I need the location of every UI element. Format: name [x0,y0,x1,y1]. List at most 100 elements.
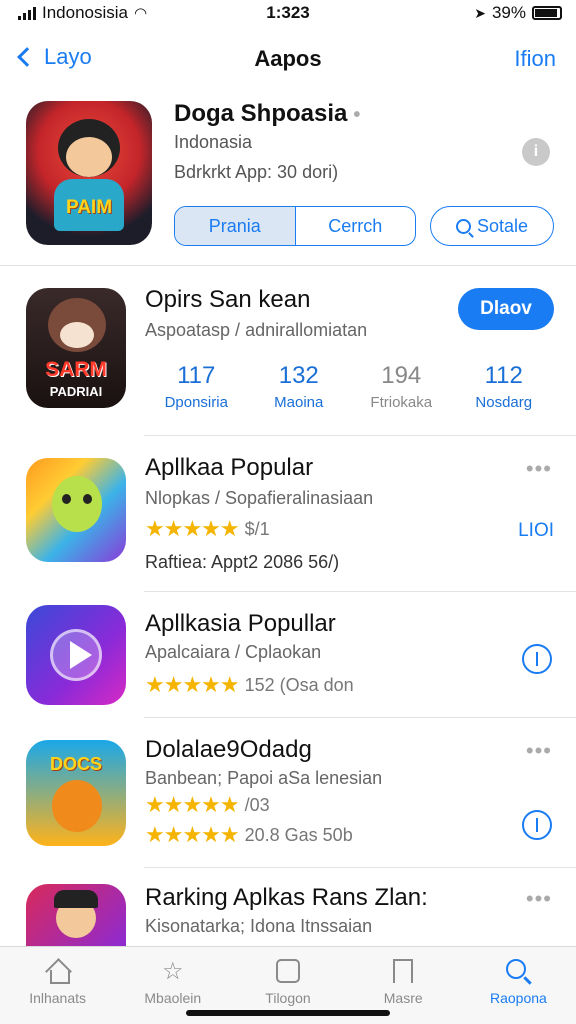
icon-logo-text: PAIM [65,197,113,218]
stats-row: 117 Dponsiria 132 Maoina 194 Ftriokaka 1… [145,362,555,411]
search-icon [506,959,527,979]
list-item[interactable]: SARM PADRIAI Opirs San kean Aspoatasp / … [0,266,576,436]
info-icon[interactable]: i [522,138,550,166]
list-item[interactable]: DOCS Dolalae9Odadɡ Banbean; Papoi aSa le… [0,718,576,868]
tab-label: Raopona [490,990,547,1006]
rating-note: /03 [244,794,270,815]
apps-icon [276,959,300,983]
segmented-control: Prania Cerrch [174,206,416,246]
location-icon: ➤ [474,4,486,21]
battery-percent: 39% [491,3,526,22]
bookmark-icon [393,959,414,983]
row-action-link[interactable]: LIOI [518,520,554,542]
rating: ★★★★★ $/1 [145,516,270,542]
segment-prania[interactable]: Prania [175,207,296,245]
app-rating-text: Bdrkrkt App: 30 dori) [174,162,339,182]
status-bar: Indonosisia ◠ 1:323 ➤ 39% [0,0,576,26]
star-rating-icon: ★★★★★ [145,516,240,541]
navigation-bar: Layo Aapos Ifion [0,30,576,90]
app-subtitle: Nlopkas / Sopafieralinasiaan [145,488,374,508]
rating-note: 152 (Osa don [244,674,354,695]
home-indicator [186,1010,390,1016]
star-rating-icon: ★★★★★ [145,672,240,697]
stat-label: Nosdarg [475,394,533,411]
rating: ★★★★★ /03 [145,792,270,818]
star-rating-icon: ★★★★★ [145,792,240,817]
app-name: Doga Shpoasia • [174,100,360,128]
more-icon[interactable]: ••• [526,738,552,764]
stat-value: 194 [381,362,422,389]
app-icon[interactable]: PAIM [26,101,152,245]
app-icon[interactable] [26,884,126,954]
get-button[interactable]: Dlaov [458,288,554,330]
mascot-face [60,322,94,348]
tab-label: Inlhanats [29,990,87,1006]
mascot-face [66,137,112,177]
stat-label: Dponsiria [164,394,228,411]
stat-label: Ftriokaka [370,394,433,411]
search-button-label: Sotale [476,215,529,236]
mascot-head [52,780,102,832]
rating-note: $/1 [244,518,270,539]
stat: 117 Dponsiria [145,362,248,411]
tab-home[interactable]: Inlhanats [0,947,115,1024]
search-icon [455,218,471,234]
tab-label: Masre [383,990,423,1006]
download-button[interactable] [522,810,552,840]
page-title: Aapos [254,46,322,71]
stat-label: Maoina [274,394,324,411]
app-subtitle: Aspoatasp / adnirallomiatan [145,320,368,340]
mascot-head [52,476,102,532]
download-icon [536,818,538,832]
segment-cerrch[interactable]: Cerrch [296,207,416,245]
play-icon [70,641,92,669]
app-name: Apllkaa Popular [145,454,314,481]
app-subtitle: Indonasia [174,132,253,152]
stat: 112 Nosdarg [453,362,556,411]
list-item[interactable]: Rarking Aplkas Rans Zlan: Kisonatarka; I… [0,868,576,954]
stat: 132 Maoina [248,362,351,411]
app-name: Opirs San kean [145,286,311,313]
app-subtitle: Kisonatarka; Idona Itnssaian [145,916,373,936]
list-item[interactable]: Apllkasia Popullar Apalcaiara / Cplaokan… [0,592,576,718]
star-box-icon: ☆ [162,957,184,985]
tab-label: Tilogon [265,990,311,1006]
home-icon [46,960,70,984]
rating-secondary: ★★★★★ 20.8 Gas 50b [145,822,353,848]
dot-separator: • [353,104,361,126]
stat: 194 Ftriokaka [350,362,453,411]
list-item[interactable]: Apllkaa Popular Nlopkas / Sopafieralinas… [0,436,576,592]
more-icon[interactable]: ••• [526,886,552,912]
tab-search[interactable]: Raopona [461,947,576,1024]
icon-logo-subtext: PADRIAI [49,384,103,399]
app-icon[interactable] [26,458,126,562]
icon-logo-text: DOCS [49,754,102,774]
app-extra-info: Raftiea: Appt2 2086 56/) [145,552,340,572]
download-icon [536,652,538,666]
app-subtitle: Apalcaiara / Cplaokan [145,642,322,662]
app-name: Dolalae9Odadɡ [145,736,312,763]
battery-icon [532,6,562,20]
stat-value: 112 [484,362,523,389]
app-name-text: Doga Shpoasia [174,100,348,127]
mascot-hat [54,890,98,908]
app-subtitle: Banbean; Papoi aSa lenesian [145,768,383,788]
mascot-eyes [62,494,92,504]
app-icon[interactable]: SARM PADRIAI [26,288,126,408]
icon-logo-text: SARM [45,358,107,381]
star-rating-icon: ★★★★★ [145,822,240,847]
nav-action-button[interactable]: Ifion [514,46,556,72]
stat-value: 117 [177,362,216,389]
app-icon[interactable]: DOCS [26,740,126,846]
search-button[interactable]: Sotale [430,206,554,246]
header-card: PAIM Doga Shpoasia • Indonasia Bdrkrkt Ap… [0,90,576,266]
stat-value: 132 [278,362,319,389]
app-name: Apllkasia Popullar [145,610,336,637]
app-name: Rarking Aplkas Rans Zlan: [145,884,428,911]
rating: ★★★★★ 152 (Osa don [145,672,354,698]
rating-note: 20.8 Gas 50b [244,824,353,845]
app-icon[interactable] [26,605,126,705]
download-button[interactable] [522,644,552,674]
tab-label: Mbaolein [144,990,202,1006]
more-icon[interactable]: ••• [526,456,552,482]
